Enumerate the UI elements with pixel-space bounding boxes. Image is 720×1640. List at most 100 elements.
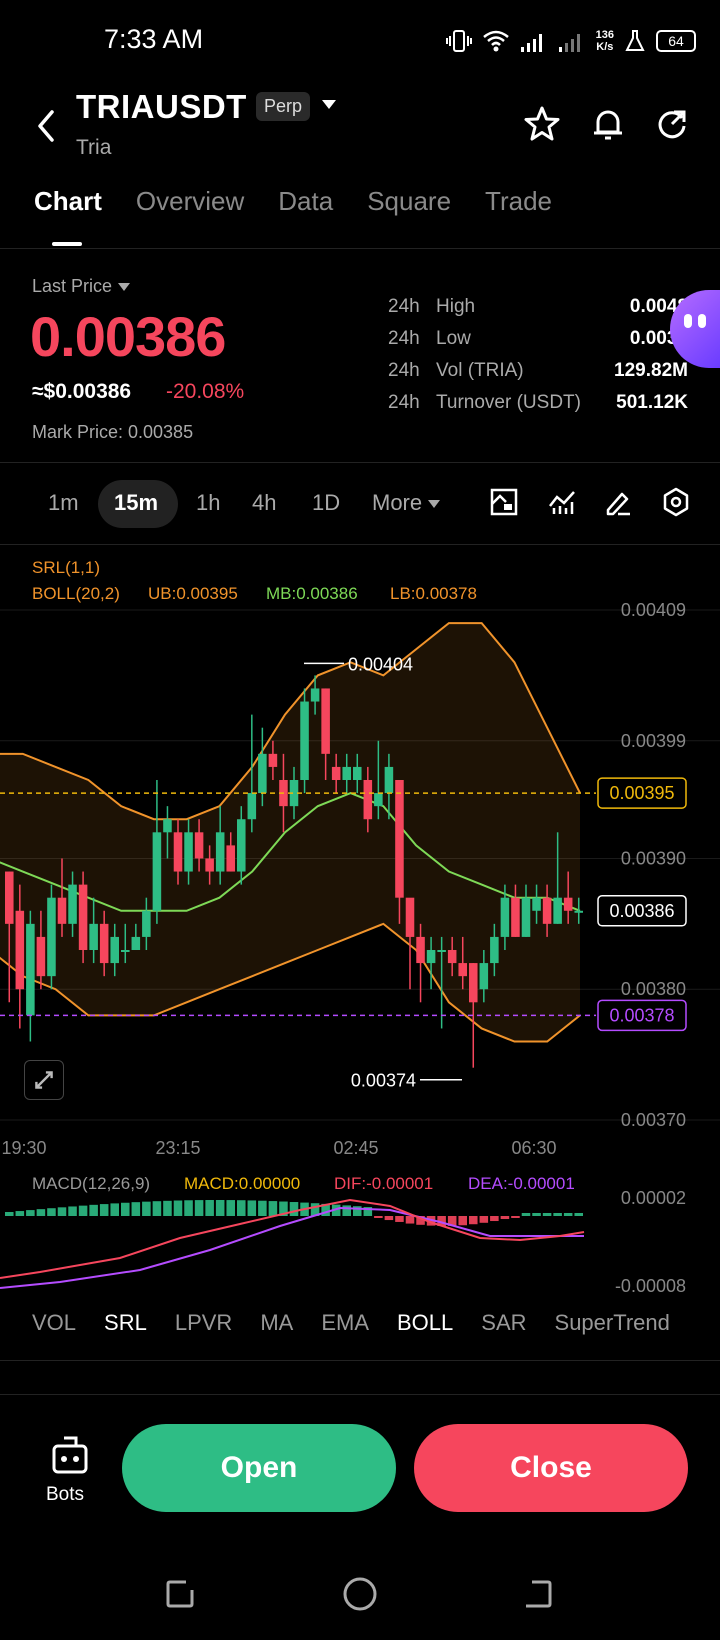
open-button[interactable]: Open — [122, 1424, 396, 1512]
candle-body — [89, 923, 98, 950]
candle-body — [310, 688, 320, 702]
candle-body — [553, 897, 562, 924]
candle-body — [215, 832, 225, 872]
candle-body — [574, 910, 583, 913]
tab-data[interactable]: Data — [278, 186, 333, 217]
chart-type-icon[interactable] — [488, 486, 520, 518]
tab-overview[interactable]: Overview — [136, 186, 244, 217]
candle-body — [226, 845, 235, 872]
candle-body — [163, 819, 172, 833]
candle-body — [121, 950, 130, 952]
net-speed: 136 K/s — [595, 29, 614, 53]
ind-tab-lpvr[interactable]: LPVR — [175, 1310, 232, 1336]
x-tick-label: 06:30 — [511, 1138, 556, 1158]
macd-bar — [395, 1216, 404, 1222]
x-tick-label: 23:15 — [155, 1138, 200, 1158]
signal2-icon — [558, 34, 580, 52]
recents-icon[interactable] — [164, 1578, 196, 1610]
y-tick-label: 0.00370 — [621, 1110, 686, 1130]
last-price: 0.00386 — [30, 305, 226, 368]
candle-body — [258, 753, 267, 794]
macd-bar — [458, 1216, 467, 1226]
timeframe-more[interactable]: More — [372, 490, 441, 516]
tab-square[interactable]: Square — [367, 186, 451, 217]
divider — [0, 248, 720, 249]
macd-bar — [215, 1200, 225, 1216]
star-icon[interactable] — [522, 104, 562, 144]
settings-icon[interactable] — [660, 486, 692, 518]
macd-bar — [173, 1200, 183, 1216]
tab-chart[interactable]: Chart — [34, 186, 102, 217]
candle-body — [426, 950, 436, 964]
macd-bar — [89, 1204, 98, 1216]
mark-price: Mark Price: 0.00385 — [32, 422, 194, 442]
candle-body — [15, 910, 25, 990]
macd-bar — [121, 1202, 130, 1216]
symbol-title[interactable]: TRIAUSDT — [76, 88, 247, 126]
tab-trade[interactable]: Trade — [485, 186, 552, 217]
timeframe-4h[interactable]: 4h — [252, 490, 276, 516]
fullscreen-icon[interactable] — [24, 1060, 64, 1100]
timeframe-1d[interactable]: 1D — [312, 490, 340, 516]
ind-tab-supertrend[interactable]: SuperTrend — [555, 1310, 670, 1336]
candlestick-chart[interactable]: 0.00409 0.00399 0.00390 0.00380 0.00370 19:30… — [0, 544, 720, 1164]
macd-bar — [490, 1216, 499, 1222]
last-price-selector[interactable]: Last Price — [32, 276, 131, 297]
candle-body — [342, 766, 351, 780]
timeframe-15m[interactable]: 15m — [114, 490, 158, 516]
timeframe-1m[interactable]: 1m — [48, 490, 79, 516]
caret-down-icon — [118, 283, 131, 292]
bots-label[interactable]: Bots — [46, 1484, 84, 1506]
candle-body — [99, 923, 109, 964]
macd-bar — [511, 1216, 520, 1218]
ind-tab-vol[interactable]: VOL — [32, 1310, 76, 1336]
candle-body — [110, 936, 119, 964]
macd-bar — [163, 1200, 172, 1216]
ind-tab-srl[interactable]: SRL — [104, 1310, 147, 1336]
candle-body — [68, 884, 77, 924]
candle-body — [36, 936, 46, 977]
macd-bar — [479, 1216, 489, 1223]
ind-tab-sar[interactable]: SAR — [481, 1310, 526, 1336]
low-annotation: 0.00374 — [351, 1071, 416, 1091]
lab-icon — [625, 30, 645, 51]
status-icons: 136 K/s 64 — [445, 24, 696, 58]
x-tick-label: 19:30 — [1, 1138, 46, 1158]
draw-icon[interactable] — [602, 486, 634, 518]
ind-tab-ma[interactable]: MA — [260, 1310, 293, 1336]
macd-bar — [374, 1216, 383, 1218]
home-icon[interactable] — [342, 1576, 378, 1612]
chevron-down-icon[interactable] — [322, 100, 336, 109]
perp-badge[interactable]: Perp — [256, 92, 311, 121]
y-tick-label: 0.00409 — [621, 600, 686, 620]
x-tick-label: 02:45 — [333, 1138, 378, 1158]
candle-body — [447, 950, 457, 964]
indicator-tabs: VOL SRL LPVR MA EMA BOLL SAR SuperTrend — [32, 1310, 720, 1336]
candle-body — [405, 897, 415, 937]
ind-tab-boll[interactable]: BOLL — [397, 1310, 453, 1336]
indicators-icon[interactable] — [546, 486, 578, 518]
macd-bar — [542, 1213, 552, 1216]
bell-icon[interactable] — [588, 104, 628, 144]
ub-price-tag: 0.00395 — [609, 783, 674, 803]
close-button[interactable]: Close — [414, 1424, 688, 1512]
back-nav-icon[interactable] — [522, 1578, 554, 1610]
stat-low: 24h Low 0.0037 — [388, 328, 688, 349]
share-icon[interactable] — [652, 104, 692, 144]
ind-tab-ema[interactable]: EMA — [321, 1310, 369, 1336]
bot-icon[interactable] — [46, 1434, 94, 1478]
macd-bar — [57, 1207, 67, 1216]
candle-body — [131, 936, 141, 950]
back-button[interactable] — [28, 102, 64, 150]
stat-turnover: 24h Turnover (USDT) 501.12K — [388, 392, 688, 413]
candle-body — [511, 897, 520, 937]
candle-body — [173, 832, 183, 872]
macd-bar — [78, 1205, 88, 1216]
macd-bar — [194, 1200, 204, 1216]
timeframe-1h[interactable]: 1h — [196, 490, 220, 516]
candle-body — [490, 936, 499, 964]
macd-bar — [142, 1201, 151, 1216]
candle-body — [353, 766, 362, 780]
status-time: 7:33 AM — [104, 24, 204, 54]
macd-bar — [553, 1213, 562, 1216]
